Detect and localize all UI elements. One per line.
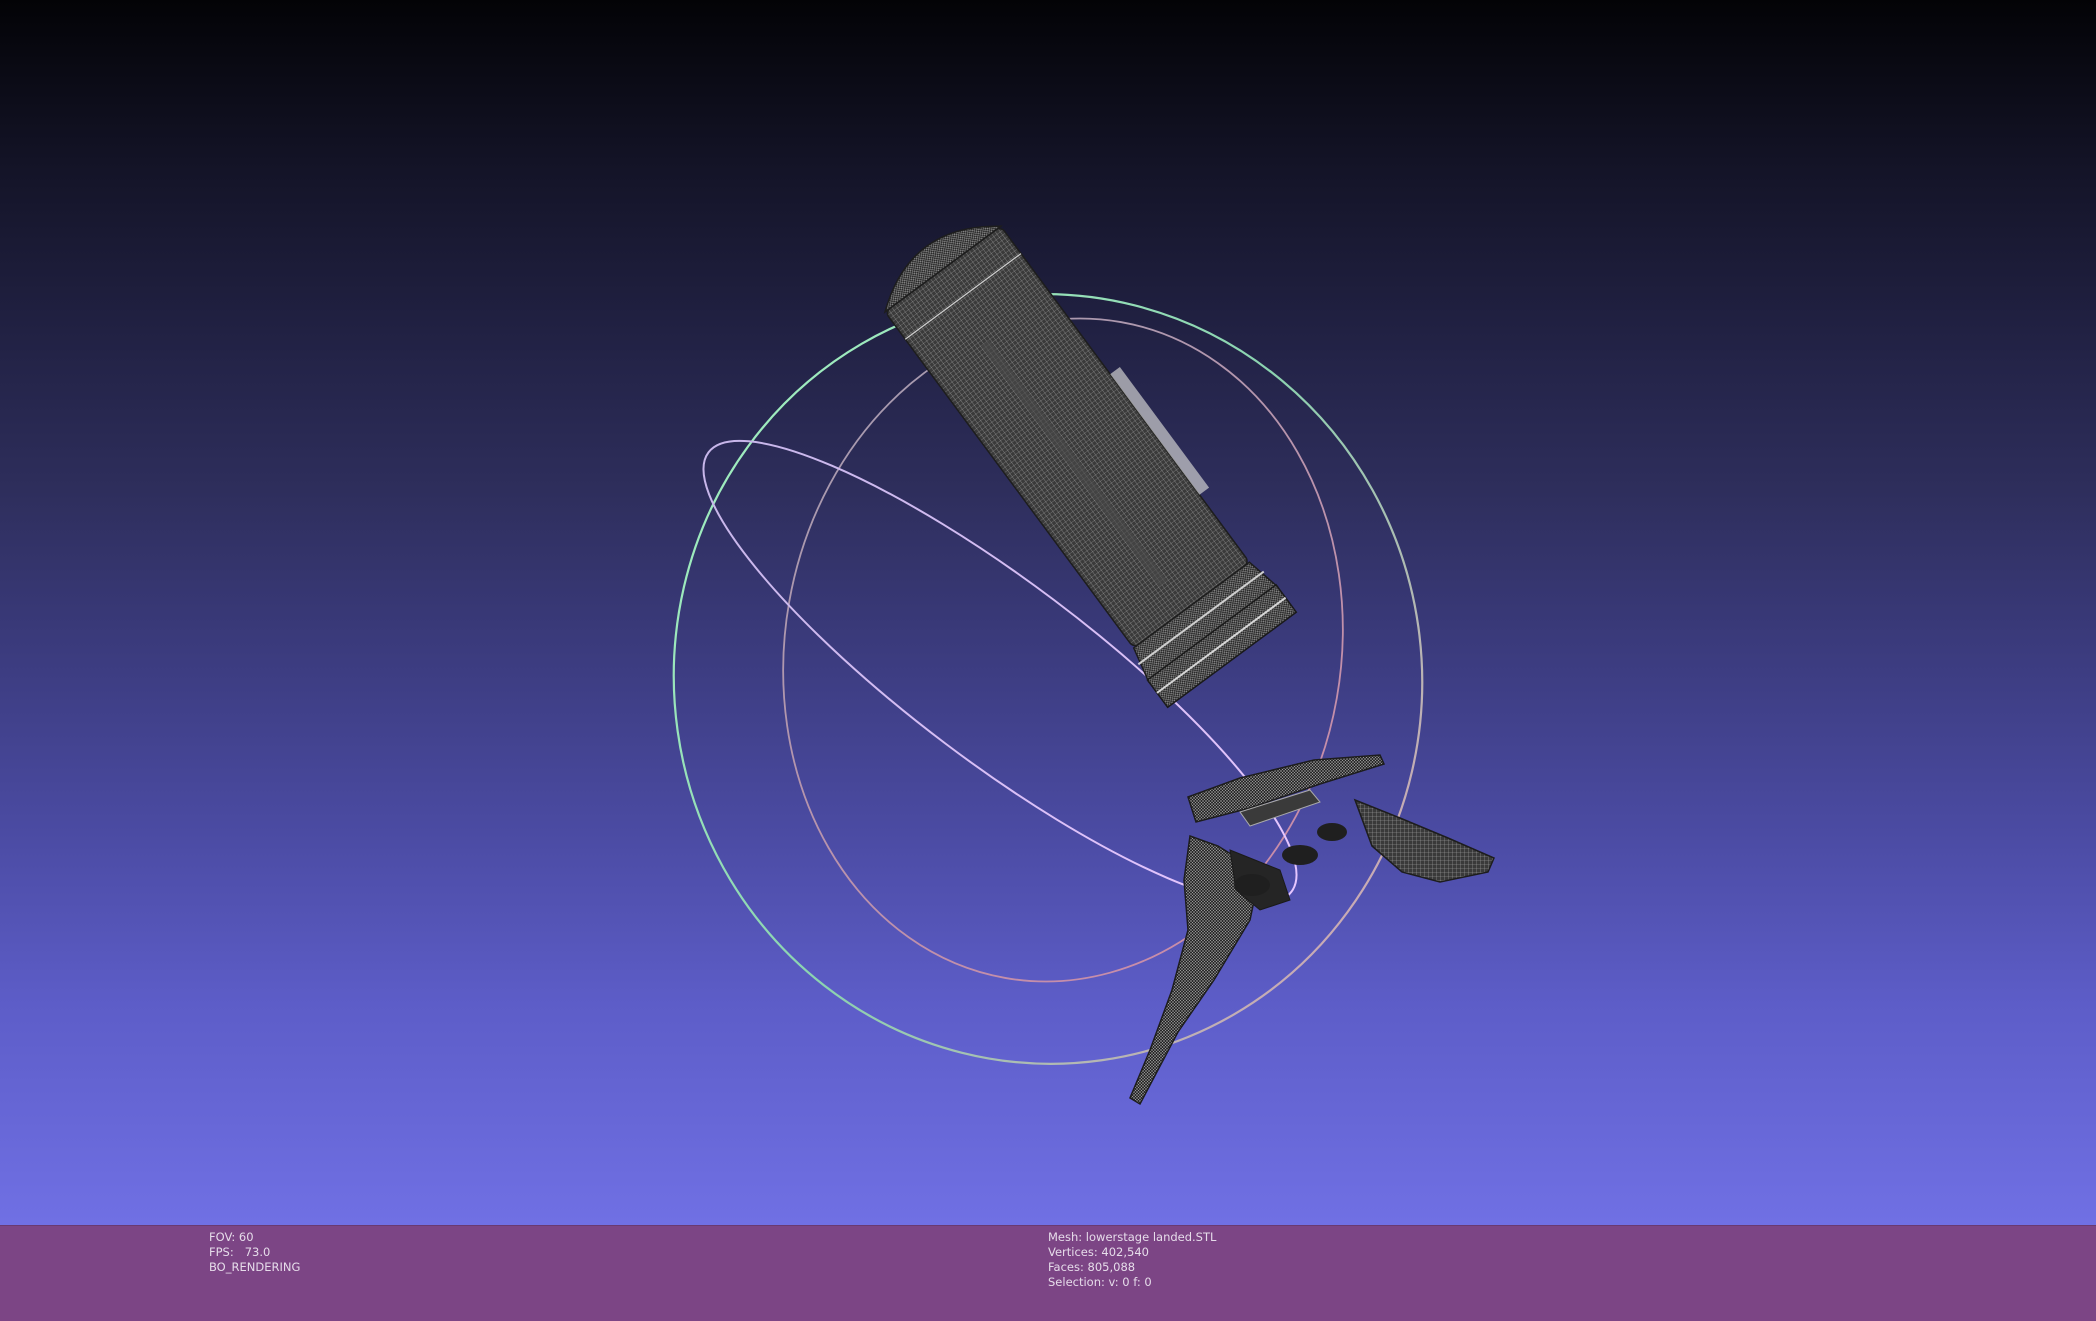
- mesh-name-label: Mesh: lowerstage landed.STL: [1048, 1230, 1217, 1244]
- rocket-body: [883, 225, 1298, 709]
- render-info-panel: FOV: 60 FPS: 73.0 BO_RENDERING: [209, 1230, 300, 1275]
- fps-label: FPS: 73.0: [209, 1245, 271, 1259]
- vertex-count-label: Vertices: 402,540: [1048, 1245, 1149, 1259]
- 3d-viewport[interactable]: [0, 0, 2096, 1225]
- selection-label: Selection: v: 0 f: 0: [1048, 1275, 1152, 1289]
- render-mode-label: BO_RENDERING: [209, 1260, 301, 1274]
- face-count-label: Faces: 805,088: [1048, 1260, 1136, 1274]
- rocket-landing-legs: [1129, 754, 1495, 1106]
- rocket-mesh-scene[interactable]: [0, 0, 2096, 1225]
- fov-label: FOV: 60: [209, 1230, 254, 1244]
- mesh-info-panel: Mesh: lowerstage landed.STL Vertices: 40…: [1048, 1230, 1216, 1290]
- status-info-bar: FOV: 60 FPS: 73.0 BO_RENDERING Mesh: low…: [0, 1225, 2096, 1321]
